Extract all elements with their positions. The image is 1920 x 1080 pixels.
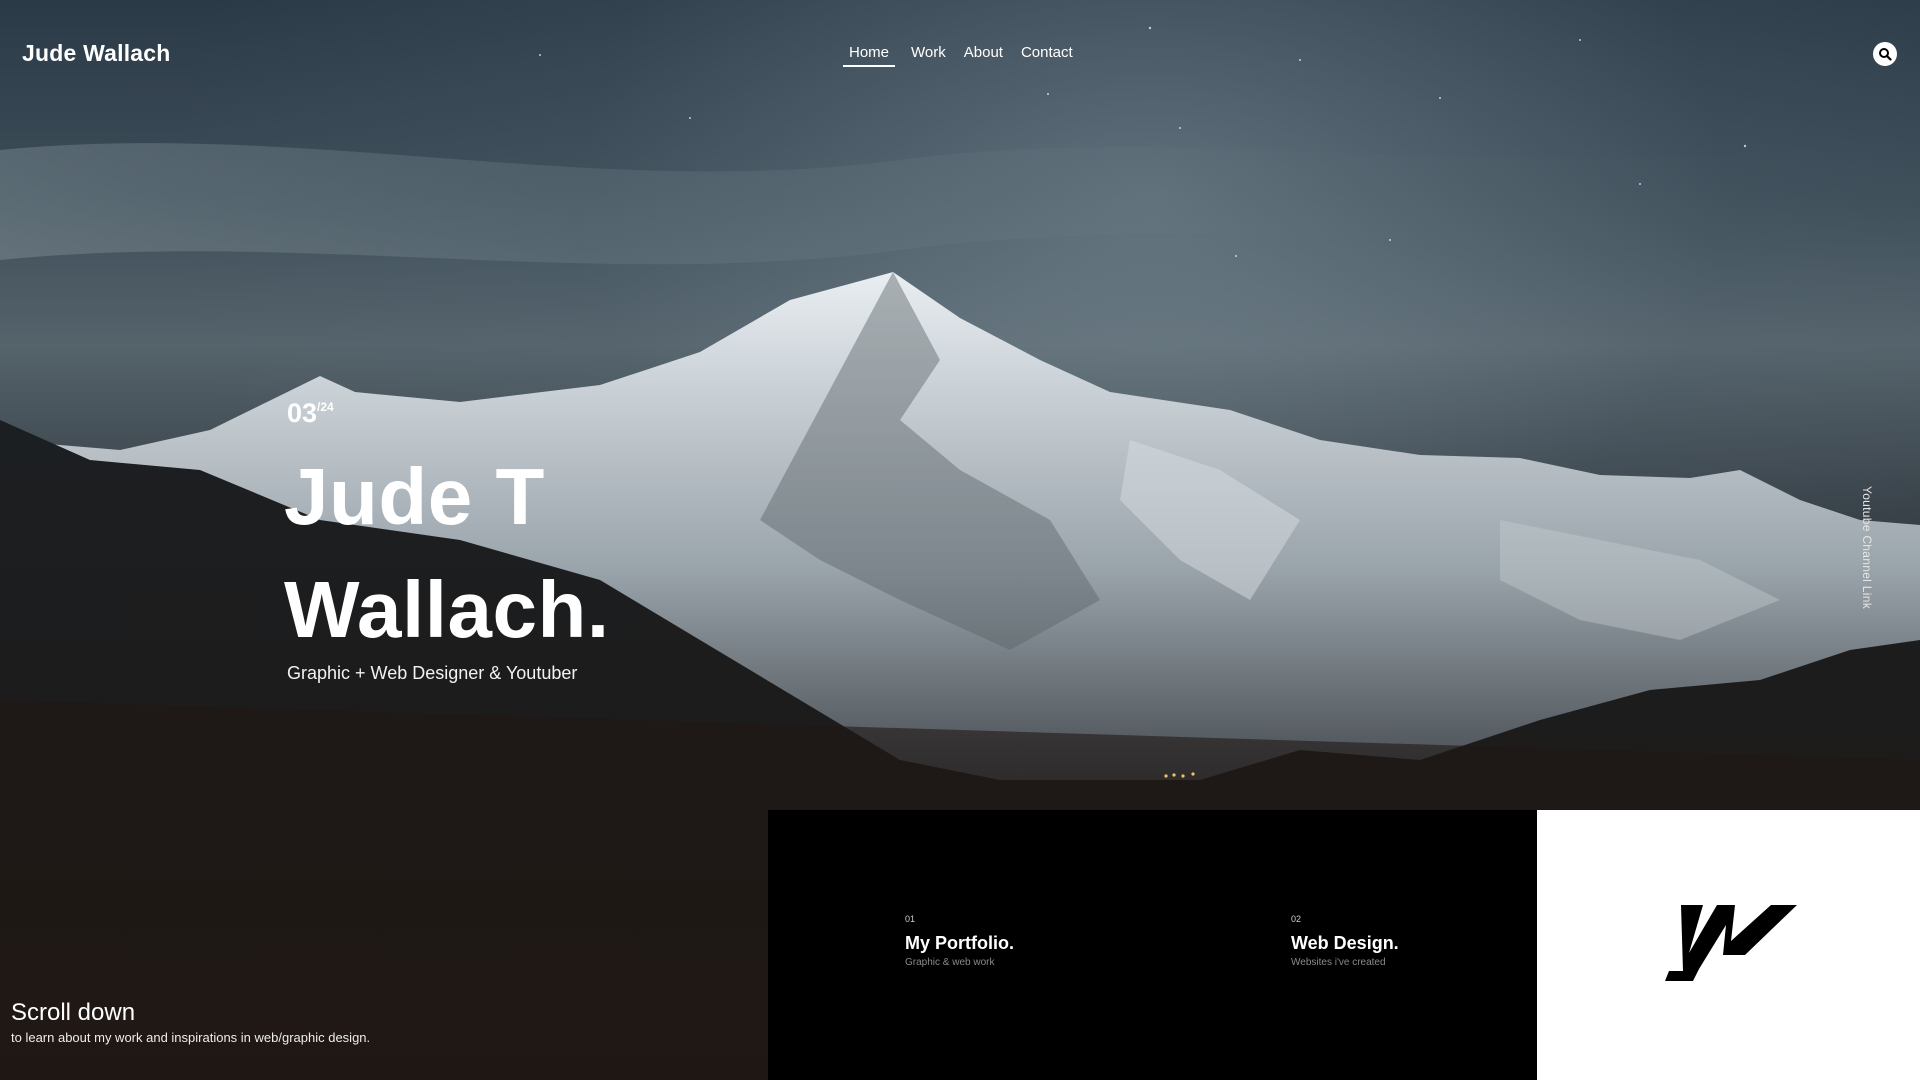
main-nav: Home Work About Contact <box>843 44 1075 67</box>
card-subtitle: Graphic & web work <box>905 957 995 968</box>
scroll-down-title: Scroll down <box>11 999 136 1026</box>
card-index: 02 <box>1291 914 1302 924</box>
slide-counter-current: 03 <box>287 398 318 428</box>
youtube-channel-link[interactable]: Youtube Channel Link <box>1860 486 1874 609</box>
hero-title-line-1: Jude T <box>284 452 545 541</box>
scroll-down-subtitle: to learn about my work and inspirations … <box>11 1030 371 1045</box>
card-title: My Portfolio. <box>905 933 1014 953</box>
card-subtitle: Websites i've created <box>1291 957 1386 968</box>
nav-about[interactable]: About <box>962 44 1005 67</box>
nav-work[interactable]: Work <box>909 44 948 67</box>
nav-contact[interactable]: Contact <box>1019 44 1075 67</box>
hero-subtitle: Graphic + Web Designer & Youtuber <box>287 663 578 683</box>
card-index: 01 <box>905 914 916 924</box>
logo-panel <box>1537 810 1920 1080</box>
card-portfolio[interactable]: 01 My Portfolio. Graphic & web work <box>905 914 1014 968</box>
hero-title: Jude T Wallach. <box>284 440 610 666</box>
nav-home[interactable]: Home <box>843 44 896 67</box>
card-title: Web Design. <box>1291 933 1399 953</box>
hero-title-line-2: Wallach. <box>284 565 610 654</box>
search-button[interactable] <box>1873 42 1897 66</box>
jw-monogram-icon <box>1665 905 1797 981</box>
search-icon <box>1879 48 1892 61</box>
slide-counter-total: /24 <box>317 400 334 414</box>
site-brand[interactable]: Jude Wallach <box>22 40 171 67</box>
card-web-design[interactable]: 02 Web Design. Websites i've created <box>1291 914 1399 968</box>
featured-cards-panel: 01 My Portfolio. Graphic & web work 02 W… <box>768 810 1537 1080</box>
slide-counter: 03/24 <box>287 398 334 429</box>
